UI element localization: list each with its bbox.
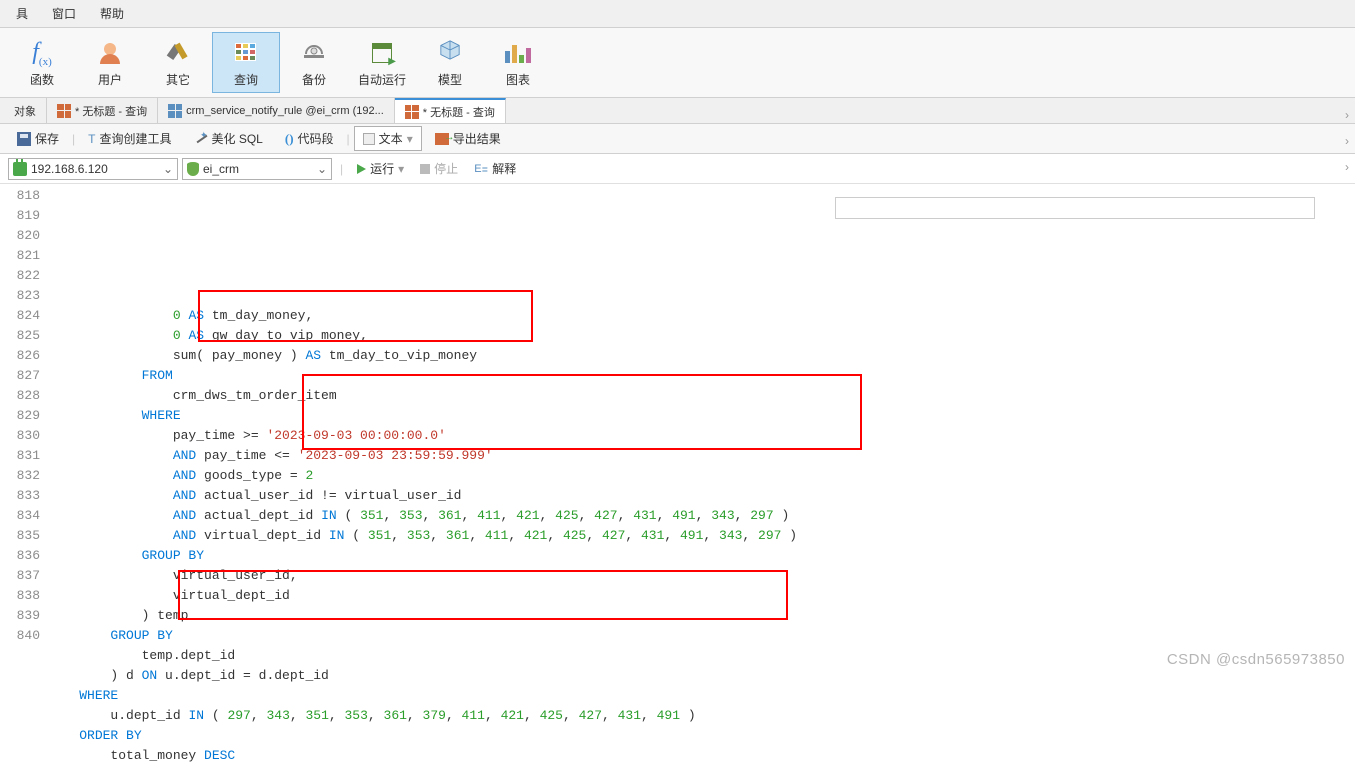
snippet-button[interactable]: () 代码段 [276, 126, 343, 151]
builder-icon: T [88, 132, 95, 146]
stop-button[interactable]: 停止 [414, 158, 464, 179]
chevron-right-icon[interactable]: › [1345, 134, 1349, 148]
text-dropdown[interactable]: 文本 ▾ [354, 126, 422, 151]
connection-bar: 192.168.6.120 ⌄ ei_crm ⌄ | 运行 ▾ 停止 E≣ 解释 [0, 154, 1355, 184]
paren-icon: () [285, 131, 294, 147]
explain-label: 解释 [492, 160, 516, 177]
host-combo[interactable]: 192.168.6.120 ⌄ [8, 158, 178, 180]
connection-icon [13, 162, 27, 176]
menu-help[interactable]: 帮助 [88, 1, 136, 26]
user-tool[interactable]: 用户 [76, 33, 144, 92]
menubar: 具 窗口 帮助 [0, 0, 1355, 28]
query-builder-button[interactable]: T 查询创建工具 [79, 126, 180, 151]
db-value: ei_crm [203, 162, 239, 176]
explain-button[interactable]: E≣ 解释 [468, 158, 522, 179]
tab-crm-service[interactable]: crm_service_notify_rule @ei_crm (192... [158, 98, 395, 123]
chart-icon [502, 37, 534, 69]
function-tool[interactable]: f(x) 函数 [8, 33, 76, 92]
chevron-down-icon: ▾ [407, 132, 413, 146]
other-label: 其它 [166, 71, 190, 88]
model-label: 模型 [438, 71, 462, 88]
tab-label: * 无标题 - 查询 [423, 104, 495, 120]
explain-icon: E≣ [474, 163, 488, 175]
stop-icon [420, 164, 430, 174]
query-doc-icon [57, 104, 71, 118]
tab-label: crm_service_notify_rule @ei_crm (192... [186, 105, 384, 117]
chevron-right-icon[interactable]: › [1345, 108, 1349, 122]
tab-label: 对象 [14, 103, 36, 119]
snippet-label: 代码段 [298, 130, 334, 147]
tabbar: 对象 * 无标题 - 查询 crm_service_notify_rule @e… [0, 98, 1355, 124]
chevron-right-icon[interactable]: › [1345, 160, 1349, 174]
host-value: 192.168.6.120 [31, 162, 108, 176]
tab-label: * 无标题 - 查询 [75, 103, 147, 119]
function-label: 函数 [30, 71, 54, 88]
stop-label: 停止 [434, 160, 458, 177]
query-label: 查询 [234, 71, 258, 88]
tab-objects[interactable]: 对象 [4, 98, 47, 123]
chart-label: 图表 [506, 71, 530, 88]
main-toolbar: f(x) 函数 用户 其它 查询 备份 自动运行 模型 图表 [0, 28, 1355, 98]
query-icon [230, 37, 262, 69]
export-icon [435, 133, 449, 145]
wand-icon [194, 132, 208, 146]
user-icon [94, 37, 126, 69]
sql-editor[interactable]: 8188198208218228238248258268278288298308… [0, 184, 1355, 674]
watermark: CSDN @csdn565973850 [1167, 651, 1345, 668]
save-button[interactable]: 保存 [8, 126, 68, 151]
chart-tool[interactable]: 图表 [484, 33, 552, 92]
collapse-chevrons: › › › [1345, 108, 1349, 174]
export-button[interactable]: 导出结果 [426, 126, 510, 151]
play-icon [357, 164, 366, 174]
autorun-icon [366, 37, 398, 69]
builder-label: 查询创建工具 [99, 130, 171, 147]
chevron-down-icon: ▾ [398, 162, 404, 176]
autorun-tool[interactable]: 自动运行 [348, 33, 416, 92]
user-label: 用户 [98, 71, 122, 88]
query-tool[interactable]: 查询 [212, 32, 280, 93]
other-tool[interactable]: 其它 [144, 33, 212, 92]
autorun-label: 自动运行 [358, 71, 406, 88]
beautify-label: 美化 SQL [212, 130, 263, 147]
db-combo[interactable]: ei_crm ⌄ [182, 158, 332, 180]
menu-window[interactable]: 窗口 [40, 1, 88, 26]
chevron-down-icon: ⌄ [163, 162, 173, 176]
query-doc-icon [405, 105, 419, 119]
beautify-button[interactable]: 美化 SQL [185, 126, 272, 151]
save-icon [17, 132, 31, 146]
backup-label: 备份 [302, 71, 326, 88]
model-icon [434, 37, 466, 69]
menu-tools[interactable]: 具 [4, 1, 40, 26]
text-icon [363, 133, 375, 145]
run-button[interactable]: 运行 ▾ [351, 158, 410, 179]
export-label: 导出结果 [453, 130, 501, 147]
tab-untitled-1[interactable]: * 无标题 - 查询 [47, 98, 158, 123]
text-label: 文本 [379, 130, 403, 147]
other-icon [162, 37, 194, 69]
backup-tool[interactable]: 备份 [280, 33, 348, 92]
tab-untitled-2[interactable]: * 无标题 - 查询 [395, 98, 506, 123]
database-icon [187, 162, 199, 176]
run-label: 运行 [370, 160, 394, 177]
line-gutter: 8188198208218228238248258268278288298308… [0, 184, 48, 674]
model-tool[interactable]: 模型 [416, 33, 484, 92]
code-area[interactable]: 0 AS tm_day_money, 0 AS gw_day_to_vip_mo… [48, 184, 1355, 674]
save-label: 保存 [35, 130, 59, 147]
backup-icon [298, 37, 330, 69]
function-icon: f(x) [26, 37, 58, 69]
table-icon [168, 104, 182, 118]
sub-toolbar: 保存 | T 查询创建工具 美化 SQL () 代码段 | 文本 ▾ 导出结果 [0, 124, 1355, 154]
chevron-down-icon: ⌄ [317, 162, 327, 176]
